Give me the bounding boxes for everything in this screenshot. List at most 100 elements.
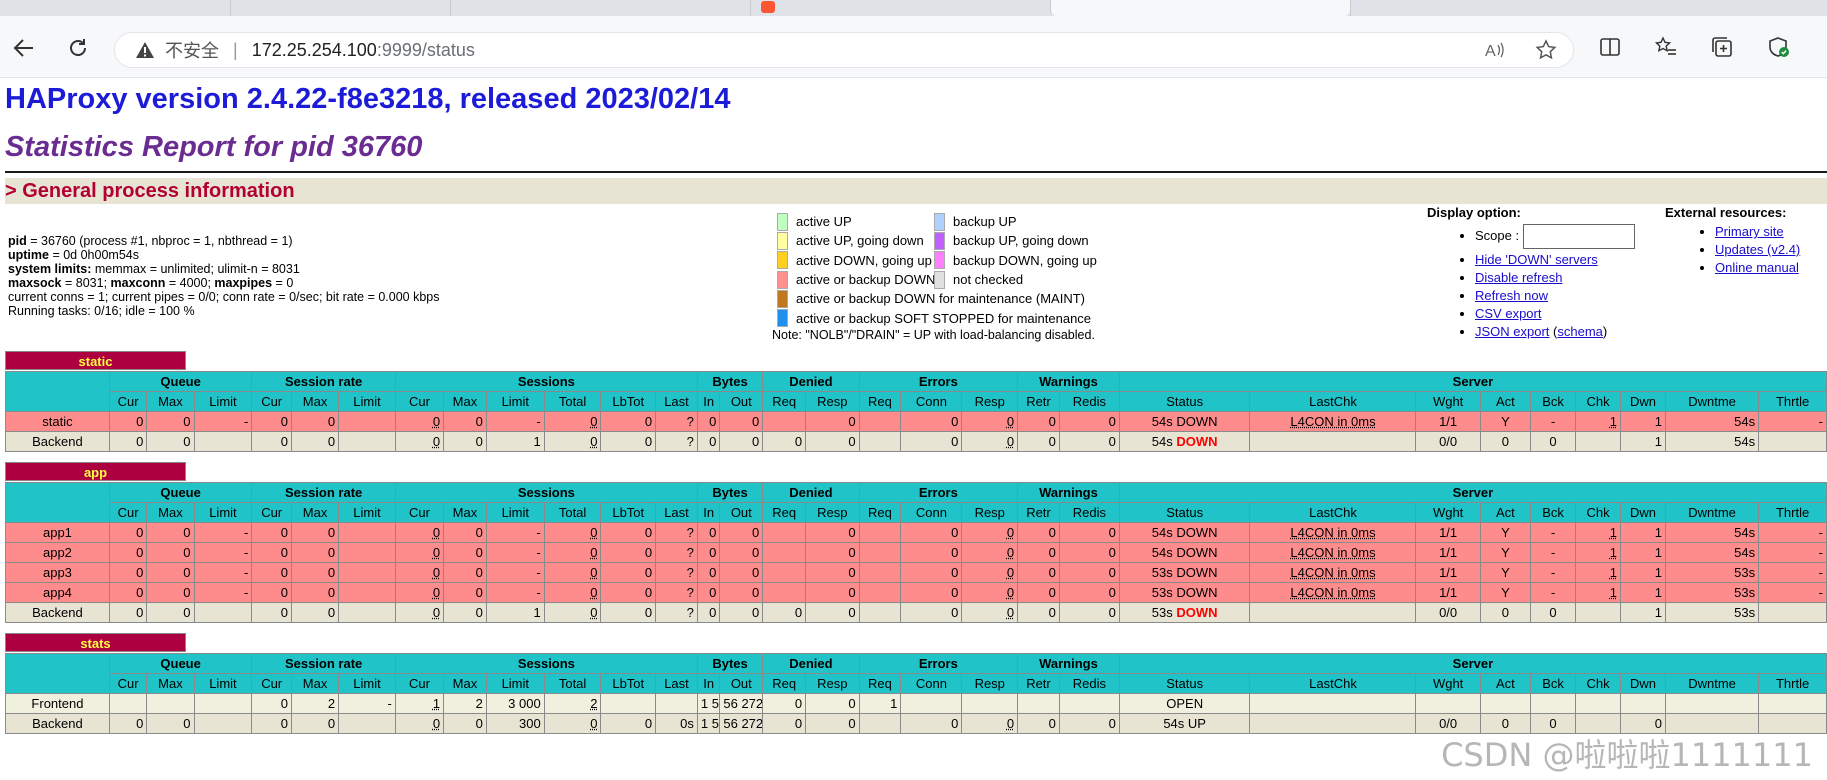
table-cell: - [486, 583, 544, 603]
updates-link[interactable]: Updates (v2.4) [1715, 242, 1800, 257]
row-name-cell[interactable]: app1 [6, 523, 110, 543]
header-col: Req [763, 392, 806, 412]
reload-icon [67, 37, 89, 59]
watermark: CSDN @啦啦啦1111111 [1441, 730, 1813, 776]
header-col: Thrtle [1759, 674, 1827, 694]
proxy-name-stats[interactable]: stats [5, 633, 186, 652]
warning-icon[interactable] [135, 40, 157, 60]
row-name-cell[interactable]: Backend [6, 432, 110, 452]
refresh-now-link[interactable]: Refresh now [1475, 288, 1548, 303]
table-cell: 0 [806, 583, 860, 603]
header-col: Max [291, 674, 338, 694]
table-cell: 0 [1018, 583, 1060, 603]
csv-export-link[interactable]: CSV export [1475, 306, 1541, 321]
header-group: Errors [859, 372, 1018, 392]
table-cell: 54s [1665, 412, 1758, 432]
table-cell: 0 [806, 714, 860, 734]
address-actions: A [1483, 39, 1557, 66]
table-cell [763, 523, 806, 543]
table-cell: 0 [1018, 603, 1060, 623]
browser-tab[interactable] [230, 0, 450, 16]
table-cell: 0 [444, 412, 487, 432]
hide-down-link[interactable]: Hide 'DOWN' servers [1475, 252, 1598, 267]
maxpipes-label: maxpipes [214, 276, 272, 290]
header-col: Redis [1059, 674, 1119, 694]
insecure-label[interactable]: 不安全 [165, 37, 219, 63]
legend-item: active or backup SOFT STOPPED for mainte… [777, 308, 1091, 327]
proxy-table-stats: Queue Session rate Sessions Bytes Denied Erro… [5, 653, 1827, 734]
table-cell [1018, 694, 1060, 714]
online-manual-link[interactable]: Online manual [1715, 260, 1799, 275]
table-cell [194, 714, 252, 734]
row-name-cell[interactable]: Backend [6, 603, 110, 623]
legend-item: active or backup DOWN for maintenance (M… [777, 289, 1091, 308]
table-cell: 0 [109, 432, 146, 452]
header-col: Max [444, 503, 487, 523]
browser-tab[interactable] [450, 0, 750, 16]
table-cell: 0 [1059, 432, 1119, 452]
browser-essentials-icon[interactable] [1765, 34, 1791, 60]
row-name-cell[interactable]: Backend [6, 714, 110, 734]
table-cell: 0 [395, 523, 443, 543]
table-cell: 0 [544, 583, 601, 603]
favorites-icon[interactable] [1653, 34, 1679, 60]
table-cell: 0 [109, 412, 146, 432]
table-cell: 0 [544, 432, 601, 452]
scope-input[interactable] [1523, 224, 1635, 249]
split-screen-icon[interactable] [1597, 34, 1623, 60]
more-menu-icon[interactable] [1821, 34, 1827, 60]
disable-refresh-link[interactable]: Disable refresh [1475, 270, 1562, 285]
table-cell: 0 [109, 563, 146, 583]
row-name-cell[interactable]: app2 [6, 543, 110, 563]
table-cell: L4CON in 0ms [1250, 543, 1416, 563]
legend-swatch [934, 213, 945, 231]
header-col: Dwn [1621, 674, 1666, 694]
table-cell: 53s DOWN [1119, 563, 1250, 583]
table-cell: 53s DOWN [1119, 603, 1250, 623]
header-col: LastChk [1250, 503, 1416, 523]
header-col: Resp [806, 674, 860, 694]
header-col: Total [544, 392, 601, 412]
schema-link[interactable]: schema [1557, 324, 1603, 339]
header-col: Resp [806, 503, 860, 523]
table-cell: - [1759, 412, 1827, 432]
table-cell: 0 [720, 432, 763, 452]
table-cell: 0 [291, 412, 338, 432]
table-cell: 0 [252, 603, 292, 623]
header-col: Cur [395, 674, 443, 694]
favorite-star-icon[interactable] [1535, 39, 1557, 66]
row-name-cell[interactable]: static [6, 412, 110, 432]
table-cell [901, 694, 962, 714]
proxy-name-app[interactable]: app [5, 462, 186, 481]
header-group: Warnings [1018, 372, 1120, 392]
process-info: pid = 36760 (process #1, nbproc = 1, nbt… [8, 234, 440, 318]
header-col: Limit [339, 674, 396, 694]
browser-tab-active[interactable] [1050, 0, 1350, 16]
row-name-cell[interactable]: Frontend [6, 694, 110, 714]
row-name-cell[interactable]: app3 [6, 563, 110, 583]
table-cell: 0 [444, 432, 487, 452]
json-export-link[interactable]: JSON export [1475, 324, 1549, 339]
maxsock-label: maxsock [8, 276, 62, 290]
read-aloud-icon[interactable]: A [1483, 39, 1505, 66]
table-cell: 1 [1576, 563, 1621, 583]
primary-site-link[interactable]: Primary site [1715, 224, 1784, 239]
row-name-cell[interactable]: app4 [6, 583, 110, 603]
reload-button[interactable] [64, 34, 92, 62]
table-cell: 0 [147, 523, 194, 543]
browser-tab[interactable] [1350, 0, 1827, 16]
header-col: Bck [1531, 674, 1576, 694]
table-cell [763, 583, 806, 603]
table-cell: - [486, 563, 544, 583]
back-button[interactable] [10, 34, 38, 62]
table-cell: 0 [763, 432, 806, 452]
table-cell: 0 [1531, 603, 1576, 623]
header-col: Chk [1576, 503, 1621, 523]
table-row: app3 0 0-0 0 0 0-0 0? 0 0 0 0 0 0 0 53s DOWN L4CON in 0… [6, 563, 1827, 583]
table-cell [859, 603, 901, 623]
browser-tab[interactable] [750, 0, 1050, 16]
header-group: Sessions [395, 372, 697, 392]
collections-icon[interactable] [1709, 34, 1735, 60]
address-bar[interactable]: 不安全 | 172.25.254.100:9999/status A [114, 32, 1574, 68]
proxy-name-static[interactable]: static [5, 351, 186, 370]
